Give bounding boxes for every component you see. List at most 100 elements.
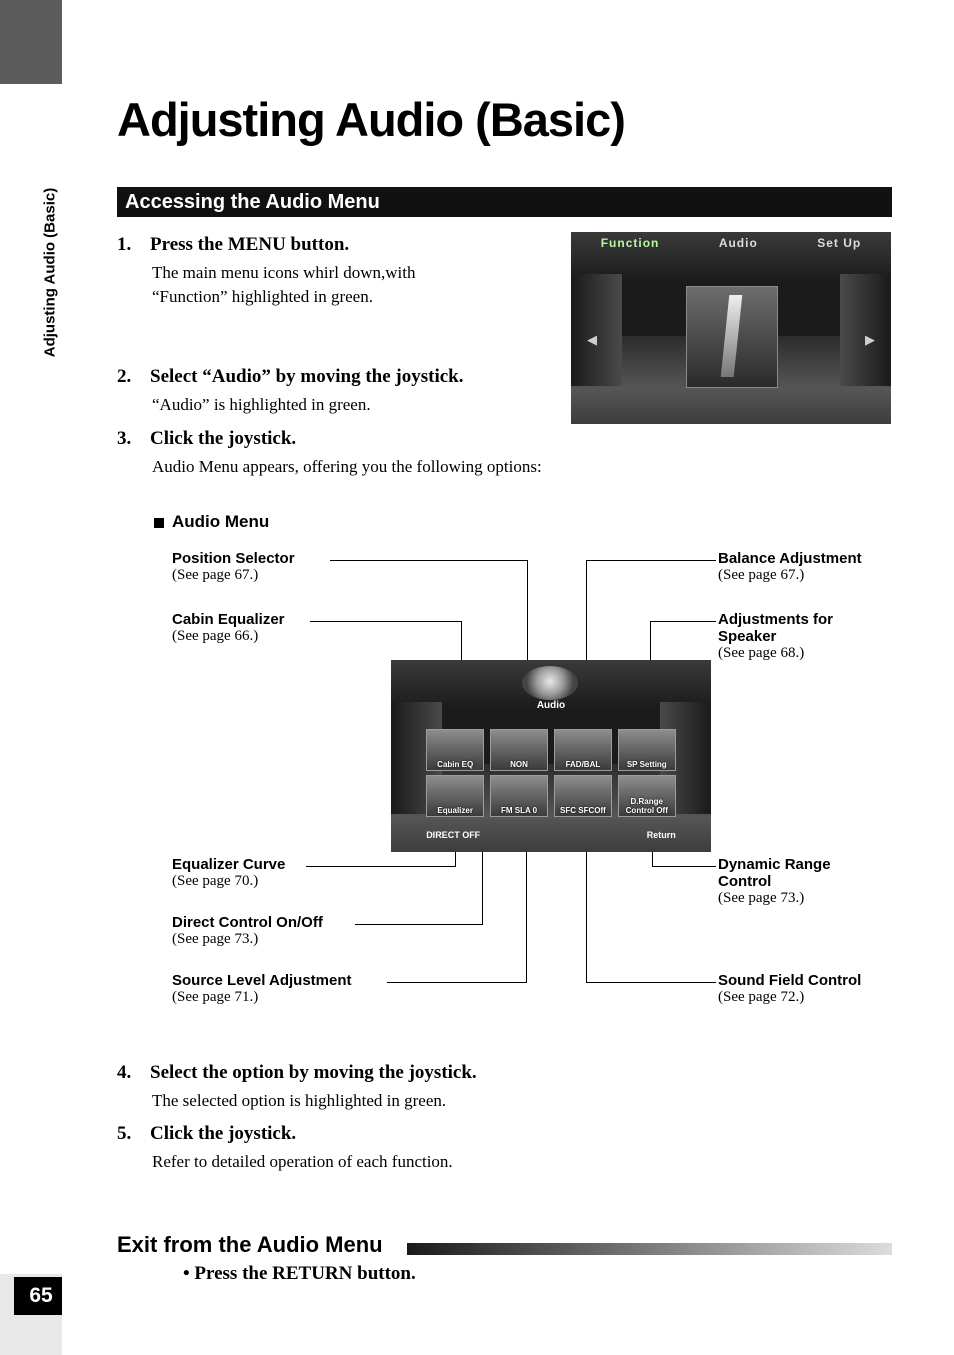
callout-page-ref: (See page 73.) — [718, 890, 805, 906]
callout-adjustments-for-speaker: Adjustments for Speaker (See page 68.) — [718, 611, 833, 662]
screenshot-audio-menu: Audio Cabin EQ NON FAD/BAL SP Setting Eq… — [391, 660, 711, 852]
callout-page-ref: (See page 68.) — [718, 645, 805, 661]
callout-label: Dynamic Range — [718, 856, 831, 873]
leader-line — [330, 560, 528, 561]
callout-page-ref: (See page 66.) — [172, 628, 259, 644]
option-label: FAD/BAL — [565, 760, 601, 770]
step-2-body-line1: “Audio” is highlighted in green. — [152, 395, 371, 414]
option-sfc[interactable]: SFC SFCOff — [553, 775, 612, 818]
side-rail: Adjusting Audio (Basic) — [0, 84, 62, 1274]
screen-center-artwork — [686, 285, 778, 388]
screen-tab-row: Function Audio Set Up — [571, 236, 891, 250]
tab-setup[interactable]: Set Up — [817, 236, 861, 250]
callout-label: Equalizer Curve — [172, 856, 286, 873]
step-3-heading: Click the joystick. — [150, 428, 297, 449]
leader-line — [586, 560, 716, 561]
callout-equalizer-curve: Equalizer Curve (See page 70.) — [172, 856, 285, 890]
callout-label: Sound Field Control — [718, 972, 862, 989]
option-label: FM SLA 0 — [500, 806, 538, 816]
audio-option-row-2: Equalizer FM SLA 0 SFC SFCOff D.Range Co… — [426, 775, 676, 818]
right-arrow-icon[interactable]: ▶ — [865, 332, 875, 348]
step-4-heading: Select the option by moving the joystick… — [150, 1062, 477, 1083]
page-title: Adjusting Audio (Basic) — [117, 93, 626, 146]
square-bullet-icon — [154, 518, 164, 528]
callout-label: Adjustments for — [718, 611, 834, 628]
option-source-level[interactable]: FM SLA 0 — [490, 775, 549, 818]
step-5-body-line1: Refer to detailed operation of each func… — [152, 1152, 453, 1171]
option-sp-setting[interactable]: SP Setting — [617, 729, 676, 772]
callout-page-ref: (See page 73.) — [172, 931, 259, 947]
step-4-body-line1: The selected option is highlighted in gr… — [152, 1091, 447, 1110]
callout-label: Position Selector — [172, 550, 295, 567]
callout-label-line2: Speaker — [718, 628, 777, 645]
corner-tab — [0, 0, 62, 84]
callout-balance-adjustment: Balance Adjustment (See page 67.) — [718, 550, 862, 584]
option-label: SP Setting — [626, 760, 667, 770]
audio-menu-heading: Audio Menu — [172, 512, 270, 531]
callout-direct-control: Direct Control On/Off (See page 73.) — [172, 914, 323, 948]
callout-page-ref: (See page 72.) — [718, 989, 805, 1005]
direct-off-status: DIRECT OFF — [426, 830, 481, 841]
exit-heading: Exit from the Audio Menu — [117, 1232, 383, 1257]
step-2-heading: Select “Audio” by moving the joystick. — [150, 366, 464, 387]
option-equalizer[interactable]: Equalizer — [426, 775, 485, 818]
option-d-range-control[interactable]: D.Range Control Off — [617, 775, 676, 818]
callout-label: Direct Control On/Off — [172, 914, 323, 931]
callout-position-selector: Position Selector (See page 67.) — [172, 550, 295, 584]
option-label: SFC SFCOff — [560, 806, 606, 816]
callout-label: Cabin Equalizer — [172, 611, 285, 628]
exit-bullet: • Press the RETURN button. — [183, 1263, 416, 1284]
step-4-number: 4. — [117, 1062, 132, 1083]
tab-function[interactable]: Function — [601, 236, 660, 250]
left-arrow-icon[interactable]: ◀ — [587, 332, 597, 348]
leader-line — [306, 866, 456, 867]
callout-label: Balance Adjustment — [718, 550, 862, 567]
step-1-body-line1: The main menu icons whirl down,with — [152, 263, 416, 282]
callout-sound-field-control: Sound Field Control (See page 72.) — [718, 972, 861, 1006]
callout-page-ref: (See page 67.) — [718, 567, 805, 583]
leader-line — [310, 621, 462, 622]
step-2-number: 2. — [117, 366, 132, 387]
callout-page-ref: (See page 70.) — [172, 873, 259, 889]
audio-screen-title: Audio — [536, 700, 566, 712]
option-fad-bal[interactable]: FAD/BAL — [553, 729, 612, 772]
step-1-number: 1. — [117, 234, 132, 255]
option-cabin-eq[interactable]: Cabin EQ — [426, 729, 485, 772]
audio-option-grid: Cabin EQ NON FAD/BAL SP Setting Equalize… — [426, 729, 676, 821]
option-label: Cabin EQ — [437, 760, 474, 770]
leader-line — [387, 982, 527, 983]
lcd-wall-left — [571, 274, 623, 386]
step-3-body-line1: Audio Menu appears, offering you the fol… — [152, 457, 542, 476]
section-heading: Accessing the Audio Menu — [117, 187, 892, 217]
exit-rule — [407, 1243, 892, 1255]
audio-option-row-1: Cabin EQ NON FAD/BAL SP Setting — [426, 729, 676, 772]
step-1-heading: Press the MENU button. — [150, 234, 350, 255]
leader-line — [586, 982, 716, 983]
callout-cabin-equalizer: Cabin Equalizer (See page 66.) — [172, 611, 285, 645]
return-button[interactable]: Return — [647, 830, 676, 840]
running-head: Adjusting Audio (Basic) — [41, 187, 59, 358]
callout-source-level: Source Level Adjustment (See page 71.) — [172, 972, 352, 1006]
option-label: D.Range Control Off — [625, 797, 668, 816]
callout-dynamic-range-control: Dynamic Range Control (See page 73.) — [718, 856, 831, 907]
page-number: 65 — [14, 1277, 68, 1315]
step-5-number: 5. — [117, 1123, 132, 1144]
option-non[interactable]: NON — [490, 729, 549, 772]
callout-label: Source Level Adjustment — [172, 972, 352, 989]
leader-line — [650, 621, 716, 622]
option-label: NON — [510, 760, 528, 770]
step-1-body-line2: “Function” highlighted in green. — [152, 287, 373, 306]
callout-page-ref: (See page 71.) — [172, 989, 259, 1005]
page-content: Adjusting Audio (Basic) Accessing the Au… — [62, 0, 954, 1355]
tab-audio[interactable]: Audio — [719, 236, 758, 250]
disc-icon — [522, 665, 579, 700]
leader-line — [652, 866, 716, 867]
callout-page-ref: (See page 67.) — [172, 567, 259, 583]
step-5-heading: Click the joystick. — [150, 1123, 297, 1144]
option-label: Equalizer — [437, 806, 473, 816]
screenshot-main-menu: Function Audio Set Up ◀ ▶ — [571, 232, 891, 424]
step-3-number: 3. — [117, 428, 132, 449]
document-page: Adjusting Audio (Basic) 65 Adjusting Aud… — [0, 0, 954, 1355]
audio-screen-bottom-bar: DIRECT OFF Return — [426, 830, 676, 840]
lcd-wall-right — [839, 274, 891, 386]
